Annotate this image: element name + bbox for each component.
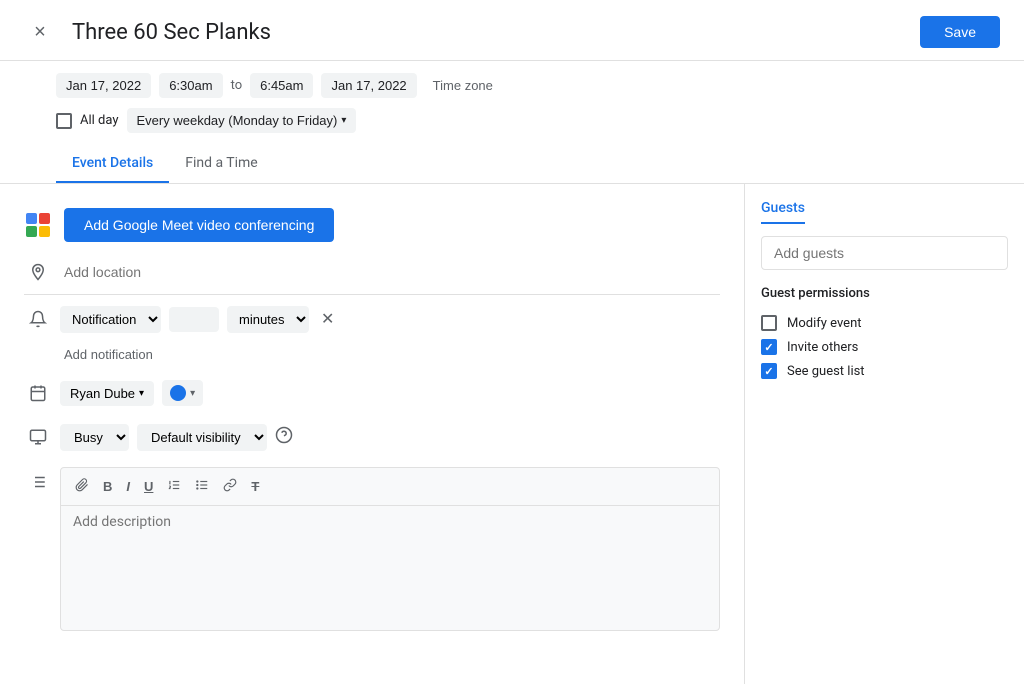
datetime-row: Jan 17, 2022 6:30am to 6:45am Jan 17, 20… [0,65,1024,102]
end-date-button[interactable]: Jan 17, 2022 [321,73,416,98]
calendar-icon [24,379,52,407]
guest-permissions-title: Guest permissions [761,286,1008,301]
calendar-row: Ryan Dube ▾ [24,371,720,415]
permission-invite-row: Invite others [761,335,1008,359]
guests-title: Guests [761,200,805,224]
description-icon [24,467,52,491]
help-button[interactable] [275,426,293,449]
invite-others-label: Invite others [787,340,858,355]
start-date-button[interactable]: Jan 17, 2022 [56,73,151,98]
unordered-list-button[interactable] [189,474,215,499]
remove-format-button[interactable]: T [245,475,265,498]
description-row: B I U T [24,459,720,639]
calendar-owner-button[interactable]: Ryan Dube [60,381,154,406]
invite-others-checkbox[interactable] [761,339,777,355]
recurrence-button[interactable]: Every weekday (Monday to Friday) [127,108,357,133]
add-notification-button[interactable]: Add notification [64,347,153,362]
close-button[interactable]: × [24,16,56,48]
save-button[interactable]: Save [920,16,1000,48]
description-editor: B I U T [60,467,720,631]
app-container: × Three 60 Sec Planks Save Jan 17, 2022 … [0,0,1024,684]
notification-icon [24,305,52,333]
allday-row: All day Every weekday (Monday to Friday) [0,102,1024,145]
meet-row: Add Google Meet video conferencing [24,200,720,250]
notification-unit-select[interactable]: minutes [227,306,309,333]
visibility-select[interactable]: Default visibility [137,424,267,451]
chevron-down-icon: ▾ [190,388,195,399]
tab-event-details[interactable]: Event Details [56,145,169,183]
end-time-button[interactable]: 6:45am [250,73,313,98]
description-textarea[interactable] [61,506,719,626]
timezone-button[interactable]: Time zone [425,73,501,98]
allday-label: All day [80,113,119,128]
ordered-list-button[interactable] [161,474,187,499]
modify-event-label: Modify event [787,316,862,331]
status-icon [24,423,52,451]
add-meet-button[interactable]: Add Google Meet video conferencing [64,208,334,242]
meet-icon [24,211,52,239]
link-button[interactable] [217,474,243,499]
event-title: Three 60 Sec Planks [72,20,904,45]
tabs-row: Event Details Find a Time [0,145,1024,184]
notification-value-input[interactable]: 0 [169,307,219,332]
tab-find-time[interactable]: Find a Time [169,145,274,183]
location-row [24,250,720,295]
right-panel: Guests Guest permissions Modify event In… [744,184,1024,684]
main-content: Add Google Meet video conferencing Notif… [0,184,1024,684]
permission-modify-row: Modify event [761,311,1008,335]
italic-button[interactable]: I [120,475,136,498]
location-icon [24,258,52,286]
status-row: Busy Default visibility [24,415,720,459]
description-toolbar: B I U T [61,468,719,506]
location-input[interactable] [64,264,720,280]
notification-row: Notification 0 minutes ✕ [24,295,720,343]
remove-notification-button[interactable]: ✕ [317,305,338,333]
calendar-color-circle [170,385,186,401]
to-label: to [231,78,243,93]
calendar-color-button[interactable]: ▾ [162,380,203,406]
guests-section: Guests Guest permissions Modify event In… [761,200,1008,383]
allday-checkbox[interactable] [56,113,72,129]
see-guest-list-checkbox[interactable] [761,363,777,379]
permission-see-guest-row: See guest list [761,359,1008,383]
bold-button[interactable]: B [97,475,118,498]
header: × Three 60 Sec Planks Save [0,0,1024,56]
busy-status-select[interactable]: Busy [60,424,129,451]
notification-type-select[interactable]: Notification [60,306,161,333]
add-notification-row: Add notification [24,343,720,371]
left-panel: Add Google Meet video conferencing Notif… [0,184,744,684]
attachment-button[interactable] [69,474,95,499]
see-guest-list-label: See guest list [787,364,865,379]
modify-event-checkbox[interactable] [761,315,777,331]
underline-button[interactable]: U [138,475,159,498]
start-time-button[interactable]: 6:30am [159,73,222,98]
add-guests-input[interactable] [761,236,1008,270]
